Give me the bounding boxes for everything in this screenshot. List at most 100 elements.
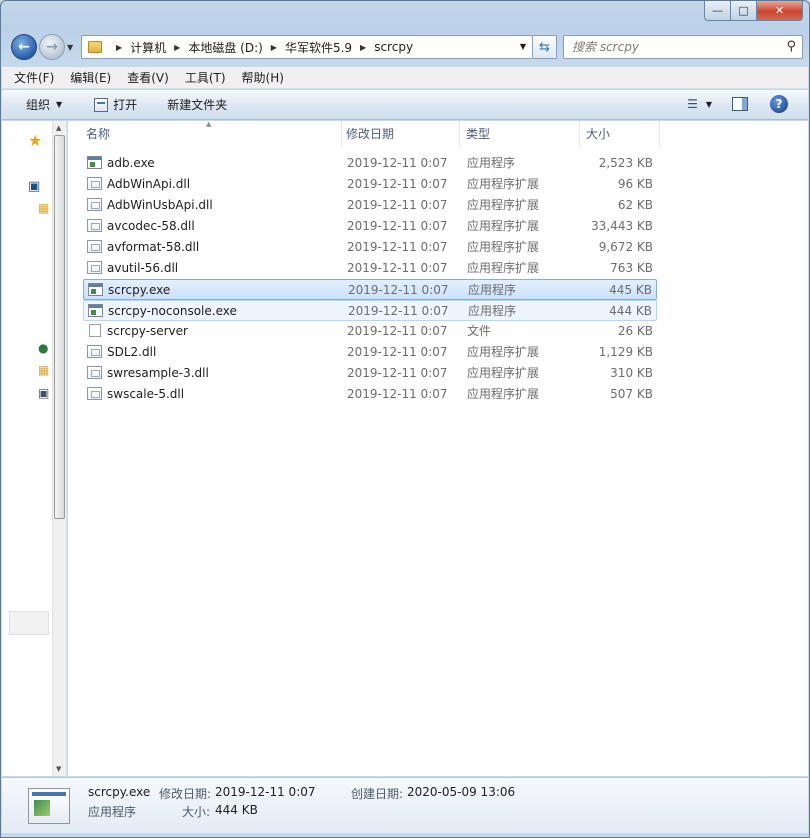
column-header-date[interactable]: 修改日期 <box>340 121 460 147</box>
forward-button[interactable]: → <box>39 34 65 60</box>
file-date: 2019-12-11 0:07 <box>347 156 448 170</box>
column-header-name[interactable]: 名称 <box>80 121 342 147</box>
file-row[interactable]: swresample-3.dll 2019-12-11 0:07 应用程序扩展 310… <box>83 363 657 384</box>
file-type: 应用程序扩展 <box>467 261 540 275</box>
scroll-down-icon[interactable]: ▼ <box>56 765 61 773</box>
back-button[interactable]: ← <box>11 34 37 60</box>
recent-pages-dropdown[interactable]: ▼ <box>67 43 73 52</box>
file-date: 2019-12-11 0:07 <box>347 387 448 401</box>
file-name: AdbWinUsbApi.dll <box>107 198 213 212</box>
file-row[interactable]: avcodec-58.dll 2019-12-11 0:07 应用程序扩展 33,44… <box>83 216 657 237</box>
breadcrumb-current[interactable]: scrcpy <box>374 40 413 54</box>
maximize-button[interactable]: □ <box>731 1 757 21</box>
computer-icon[interactable]: ▣ <box>38 386 49 400</box>
file-name: scrcpy-server <box>107 324 188 338</box>
organize-label: 组织 <box>26 98 51 112</box>
open-button[interactable]: 打开 <box>94 96 137 113</box>
scroll-thumb[interactable] <box>54 135 65 519</box>
chevron-right-icon[interactable]: ▶ <box>271 43 277 52</box>
file-size: 96 KB <box>617 177 653 191</box>
file-row[interactable]: swscale-5.dll 2019-12-11 0:07 应用程序扩展 507 KB <box>83 384 657 405</box>
menu-help[interactable]: 帮助(H) <box>242 69 284 86</box>
view-dropdown-icon[interactable]: ▼ <box>706 100 712 109</box>
help-icon[interactable]: ? <box>770 95 788 113</box>
file-type: 应用程序 <box>468 283 517 297</box>
chevron-right-icon[interactable]: ▶ <box>174 43 180 52</box>
detail-size-label: 大小: <box>182 805 211 819</box>
close-button[interactable]: ✕ <box>757 1 803 21</box>
menu-edit[interactable]: 编辑(E) <box>70 69 111 86</box>
dll-file-icon <box>87 198 102 211</box>
favorites-star-icon[interactable]: ★ <box>28 131 42 150</box>
menu-file[interactable]: 文件(F) <box>14 69 54 86</box>
file-date: 2019-12-11 0:07 <box>348 283 449 297</box>
refresh-button[interactable]: ⇆ <box>533 35 557 59</box>
desktop-icon[interactable]: ▣ <box>28 179 40 194</box>
minimize-button[interactable]: — <box>704 1 731 21</box>
file-type: 应用程序 <box>468 304 517 318</box>
file-size: 62 KB <box>617 198 653 212</box>
file-row[interactable]: scrcpy.exe 2019-12-11 0:07 应用程序 445 KB <box>83 279 657 300</box>
file-date: 2019-12-11 0:07 <box>347 198 448 212</box>
preview-pane-icon[interactable] <box>732 97 748 111</box>
nav-pane-scrollbar[interactable]: ▲ ▼ <box>52 121 66 776</box>
chevron-right-icon[interactable]: ▶ <box>360 43 366 52</box>
address-bar[interactable]: ▶ 计算机 ▶ 本地磁盘 (D:) ▶ 华军软件5.9 ▶ scrcpy ▼ <box>81 35 533 59</box>
detail-modified-label: 修改日期: <box>159 787 212 801</box>
breadcrumb-drive[interactable]: 本地磁盘 (D:) <box>188 39 262 56</box>
file-size: 507 KB <box>610 387 653 401</box>
file-size: 1,129 KB <box>598 345 653 359</box>
file-name: AdbWinApi.dll <box>107 177 191 191</box>
dll-file-icon <box>87 345 102 358</box>
generic-file-icon <box>89 324 101 337</box>
file-type: 应用程序扩展 <box>467 219 540 233</box>
dll-file-icon <box>87 177 102 190</box>
file-date: 2019-12-11 0:07 <box>347 219 448 233</box>
breadcrumb-computer[interactable]: 计算机 <box>130 39 166 56</box>
file-date: 2019-12-11 0:07 <box>347 261 448 275</box>
file-size: 33,443 KB <box>591 219 653 233</box>
nav-pane-splitter[interactable] <box>9 611 49 635</box>
file-row[interactable]: scrcpy-server 2019-12-11 0:07 文件 26 KB <box>83 321 657 342</box>
breadcrumb-folder[interactable]: 华军软件5.9 <box>285 39 352 56</box>
column-header-type[interactable]: 类型 <box>460 121 580 147</box>
menu-view[interactable]: 查看(V) <box>127 69 169 86</box>
file-row[interactable]: avformat-58.dll 2019-12-11 0:07 应用程序扩展 9,67… <box>83 237 657 258</box>
dll-file-icon <box>87 261 102 274</box>
new-folder-label: 新建文件夹 <box>167 98 228 112</box>
file-list: adb.exe 2019-12-11 0:07 应用程序 2,523 KB AdbWin… <box>83 153 657 405</box>
column-headers: ▲ 名称 修改日期 类型 大小 <box>68 120 808 147</box>
search-box[interactable]: ⚲ <box>563 35 803 59</box>
search-icon[interactable]: ⚲ <box>786 39 796 54</box>
file-row[interactable]: scrcpy-noconsole.exe 2019-12-11 0:07 应用程序 4… <box>83 300 657 321</box>
network-icon[interactable]: ● <box>38 341 48 355</box>
search-input[interactable] <box>572 40 772 54</box>
organize-button[interactable]: 组织 ▼ <box>26 96 62 113</box>
column-header-size[interactable]: 大小 <box>580 121 660 147</box>
view-details-icon[interactable]: ☰ <box>687 97 698 111</box>
file-type: 应用程序扩展 <box>467 177 540 191</box>
command-bar: 组织 ▼ 打开 新建文件夹 ☰ ▼ ? <box>2 90 808 120</box>
open-icon <box>94 97 109 112</box>
dll-file-icon <box>87 240 102 253</box>
file-row[interactable]: adb.exe 2019-12-11 0:07 应用程序 2,523 KB <box>83 153 657 174</box>
new-folder-button[interactable]: 新建文件夹 <box>167 96 227 113</box>
file-size: 2,523 KB <box>598 156 653 170</box>
folder-icon <box>88 41 102 53</box>
dll-file-icon <box>87 219 102 232</box>
chevron-right-icon[interactable]: ▶ <box>116 43 122 52</box>
folder-icon[interactable]: ▦ <box>38 363 49 377</box>
detail-modified-value: 2019-12-11 0:07 <box>215 785 316 799</box>
file-name: scrcpy-noconsole.exe <box>108 304 237 318</box>
library-icon[interactable]: ▦ <box>38 201 49 215</box>
menu-tools[interactable]: 工具(T) <box>185 69 226 86</box>
file-row[interactable]: AdbWinUsbApi.dll 2019-12-11 0:07 应用程序扩展 62 … <box>83 195 657 216</box>
refresh-icon: ⇆ <box>539 39 550 55</box>
application-file-icon <box>88 304 103 317</box>
address-dropdown-icon[interactable]: ▼ <box>520 42 526 51</box>
scroll-up-icon[interactable]: ▲ <box>56 124 61 132</box>
file-row[interactable]: AdbWinApi.dll 2019-12-11 0:07 应用程序扩展 96 KB <box>83 174 657 195</box>
file-date: 2019-12-11 0:07 <box>348 304 449 318</box>
file-row[interactable]: avutil-56.dll 2019-12-11 0:07 应用程序扩展 763 KB <box>83 258 657 279</box>
file-row[interactable]: SDL2.dll 2019-12-11 0:07 应用程序扩展 1,129 KB <box>83 342 657 363</box>
